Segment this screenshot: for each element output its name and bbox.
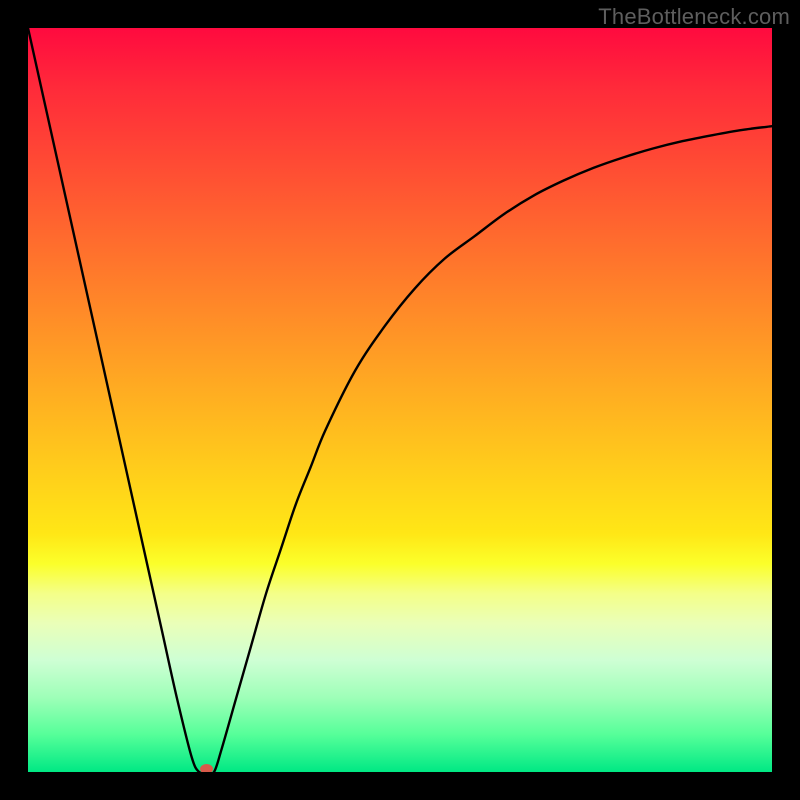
- watermark-text: TheBottleneck.com: [598, 4, 790, 30]
- bottleneck-curve-path: [28, 28, 772, 772]
- optimum-marker: [200, 764, 213, 772]
- plot-area: [28, 28, 772, 772]
- chart-frame: TheBottleneck.com: [0, 0, 800, 800]
- curve-svg: [28, 28, 772, 772]
